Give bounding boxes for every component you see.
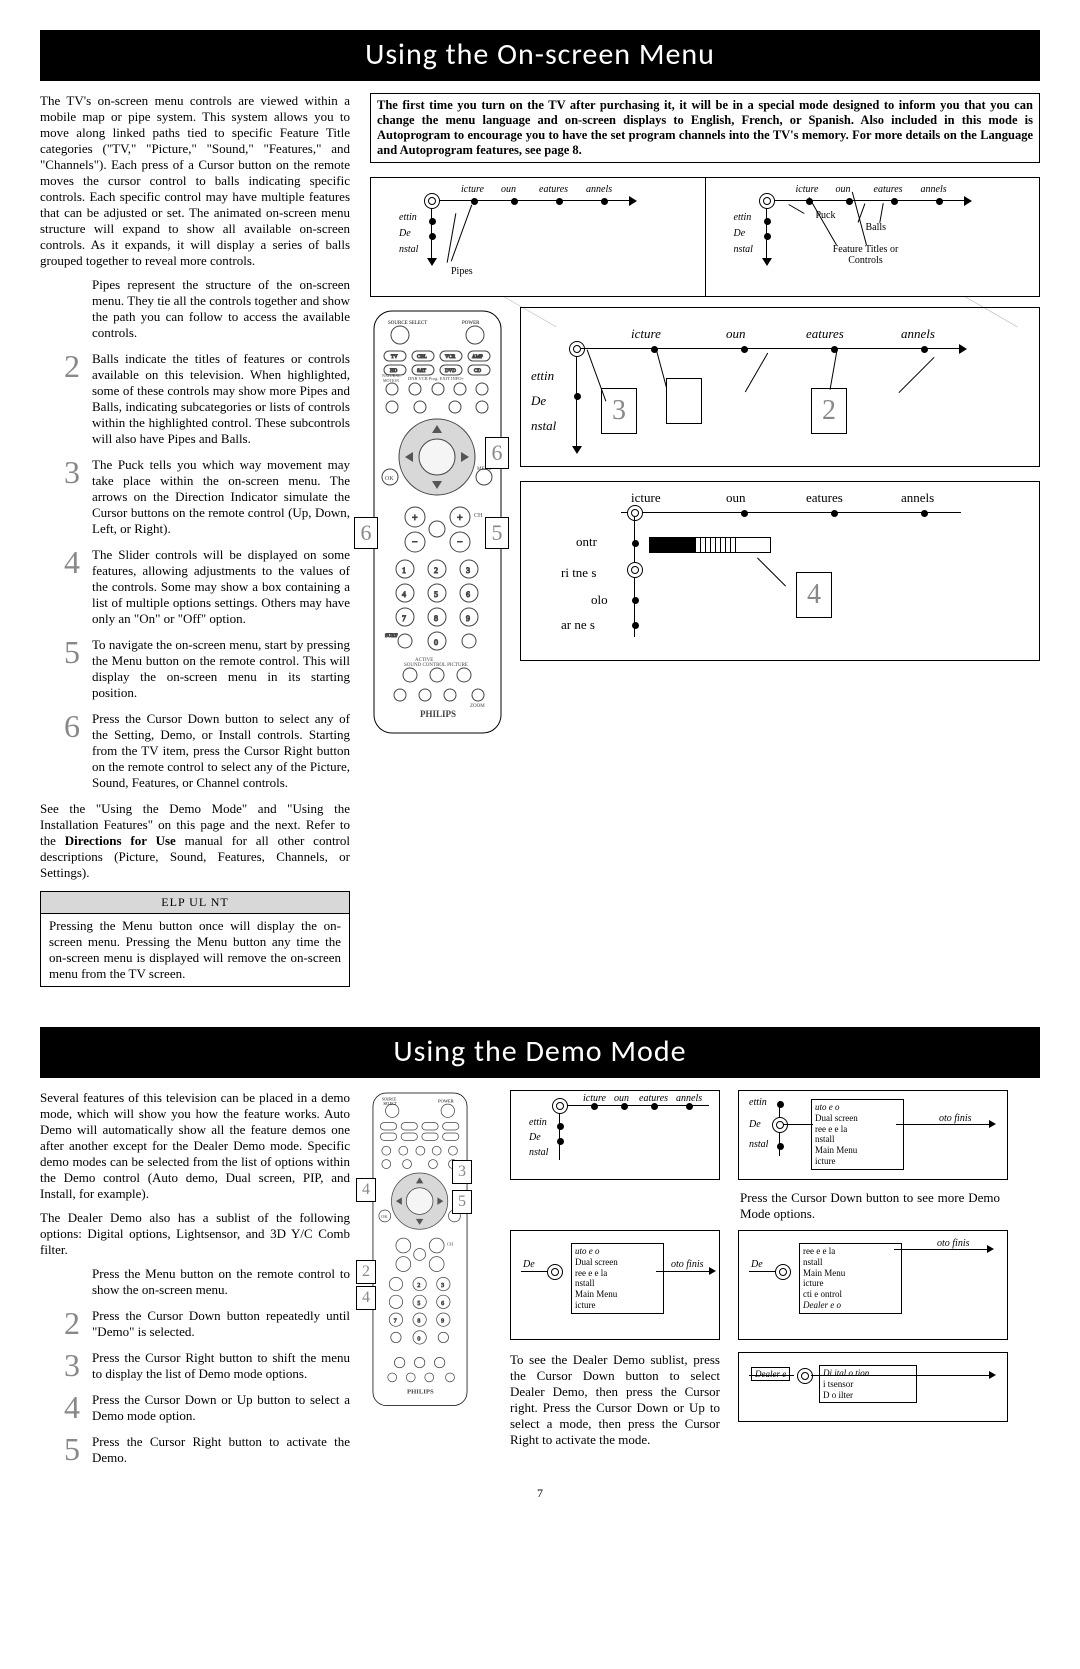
demo-callout-4b: 4 [356,1286,376,1310]
svg-text:5: 5 [434,590,438,599]
demo-tree-4: De ree e e la nstall Main Menu icture ct… [738,1230,1008,1340]
svg-text:AMP: AMP [472,355,483,360]
steps-list-1: 1Pipes represent the structure of the on… [64,277,350,791]
first-time-notice: The first time you turn on the TV after … [370,93,1040,163]
help-body: Pressing the Menu button once will displ… [41,914,349,986]
demo-para1: Several features of this television can … [40,1090,350,1202]
callout-6b: 6 [354,517,378,549]
dealer-demo-diagram: Dealer e Di ital o tion i tsensor D o il… [738,1352,1008,1422]
demo-callout-2: 2 [356,1260,376,1284]
remote-illustration-small: POWER SOURCESELECT OK CH 2 3 5 6 [370,1090,490,1413]
step-item: 1Pipes represent the structure of the on… [64,277,350,341]
demo-callout-5: 5 [452,1190,472,1214]
svg-text:CD: CD [474,369,481,374]
pipes-diagram: icture oun eatures annels ettin De nstal… [370,177,705,297]
demo-callout-3: 3 [452,1160,472,1184]
svg-text:OK: OK [381,1214,388,1219]
svg-text:0: 0 [417,1336,420,1342]
big-menu-diagram: ettin De nstal icture [520,307,1040,467]
step-item: 5Press the Cursor Right button to activa… [64,1434,350,1466]
demo-tree-1: icture oun eatures annels ettin De nstal [510,1090,720,1180]
svg-text:POWER: POWER [462,321,480,326]
svg-text:9: 9 [441,1319,444,1325]
remote-illustration: SOURCE SELECT POWER TV CBL VCR AMP HD SA… [370,307,505,741]
page-number: 7 [40,1486,1040,1501]
svg-text:9: 9 [466,614,470,623]
right-note-1: Press the Cursor Down button to see more… [740,1190,1000,1222]
svg-text:SOURCE: SOURCE [382,1097,397,1101]
pipe-ball-diagrams: icture oun eatures annels ettin De nstal… [370,177,1040,297]
svg-text:1: 1 [402,566,406,575]
step-item: 2Balls indicate the titles of features o… [64,351,350,447]
svg-text:POWER: POWER [438,1099,454,1104]
svg-text:7: 7 [402,614,406,623]
section-2-title: Using the Demo Mode [40,1027,1040,1078]
svg-text:8: 8 [417,1319,420,1325]
svg-text:DVD: DVD [445,369,456,374]
svg-text:DNR VCR Prog. EXIT INFO+: DNR VCR Prog. EXIT INFO+ [408,376,464,381]
svg-text:0: 0 [434,638,438,647]
svg-text:6: 6 [441,1301,444,1307]
svg-text:SELECT: SELECT [383,1102,397,1106]
svg-text:SOUND CONTROL PICTURE: SOUND CONTROL PICTURE [404,663,468,668]
svg-text:6: 6 [466,590,470,599]
step-item: 3The Puck tells you which way movement m… [64,457,350,537]
step-item: 1Press the Menu button on the remote con… [64,1266,350,1298]
svg-text:PHILIPS: PHILIPS [407,1389,434,1396]
section-1-title: Using the On-screen Menu [40,30,1040,81]
svg-text:2: 2 [417,1283,420,1289]
svg-text:SURF: SURF [385,634,398,639]
callout-6a: 6 [485,437,509,469]
intro-paragraph: The TV's on-screen menu controls are vie… [40,93,350,269]
svg-text:TV: TV [391,355,398,360]
svg-text:SAT: SAT [417,369,426,374]
svg-text:−: − [412,537,418,548]
balls-diagram: icture oun eatures annels ettin De nstal… [705,177,1041,297]
slider-diagram: icture oun eatures annels [520,481,1040,661]
remote-svg-icon: POWER SOURCESELECT OK CH 2 3 5 6 [370,1090,470,1409]
svg-text:5: 5 [417,1301,420,1307]
step-item: 4The Slider controls will be displayed o… [64,547,350,627]
svg-text:2: 2 [434,566,438,575]
svg-text:+: + [457,513,463,524]
callout-5: 5 [485,517,509,549]
demo-tree-2: ettin De nstal uto e o Dual screen ree e… [738,1090,1008,1180]
step-item: 2Press the Cursor Down button repeatedly… [64,1308,350,1340]
demo-para2: The Dealer Demo also has a sublist of th… [40,1210,350,1258]
svg-text:−: − [457,537,463,548]
step-item: 4Press the Cursor Down or Up button to s… [64,1392,350,1424]
demo-tree-3: De uto e o Dual screen ree e e la nstall… [510,1230,720,1340]
step-item: 6Press the Cursor Down button to select … [64,711,350,791]
svg-text:7: 7 [394,1319,397,1325]
svg-text:MOTION: MOTION [383,378,399,383]
svg-text:+: + [412,513,418,524]
outro-paragraph: See the "Using the Demo Mode" and "Using… [40,801,350,881]
svg-text:4: 4 [402,590,406,599]
svg-text:CH: CH [474,513,483,519]
step-item: 5To navigate the on-screen menu, start b… [64,637,350,701]
svg-text:8: 8 [434,614,438,623]
svg-text:CH: CH [447,1242,454,1247]
right-note-2: To see the Dealer Demo sublist, press th… [510,1352,720,1448]
svg-text:3: 3 [441,1283,444,1289]
step-item: 3Press the Cursor Right button to shift … [64,1350,350,1382]
demo-callout-4a: 4 [356,1178,376,1202]
help-head: ELP UL NT [41,892,349,914]
steps-list-2: 1Press the Menu button on the remote con… [64,1266,350,1466]
svg-text:VCR: VCR [445,355,456,360]
svg-text:CBL: CBL [417,355,427,360]
svg-text:SOURCE SELECT: SOURCE SELECT [388,321,427,326]
svg-text:OK: OK [385,476,394,482]
svg-text:ZOOM: ZOOM [470,704,485,709]
svg-text:3: 3 [466,566,470,575]
svg-text:PHILIPS: PHILIPS [420,709,456,719]
helpful-hint-box: ELP UL NT Pressing the Menu button once … [40,891,350,987]
